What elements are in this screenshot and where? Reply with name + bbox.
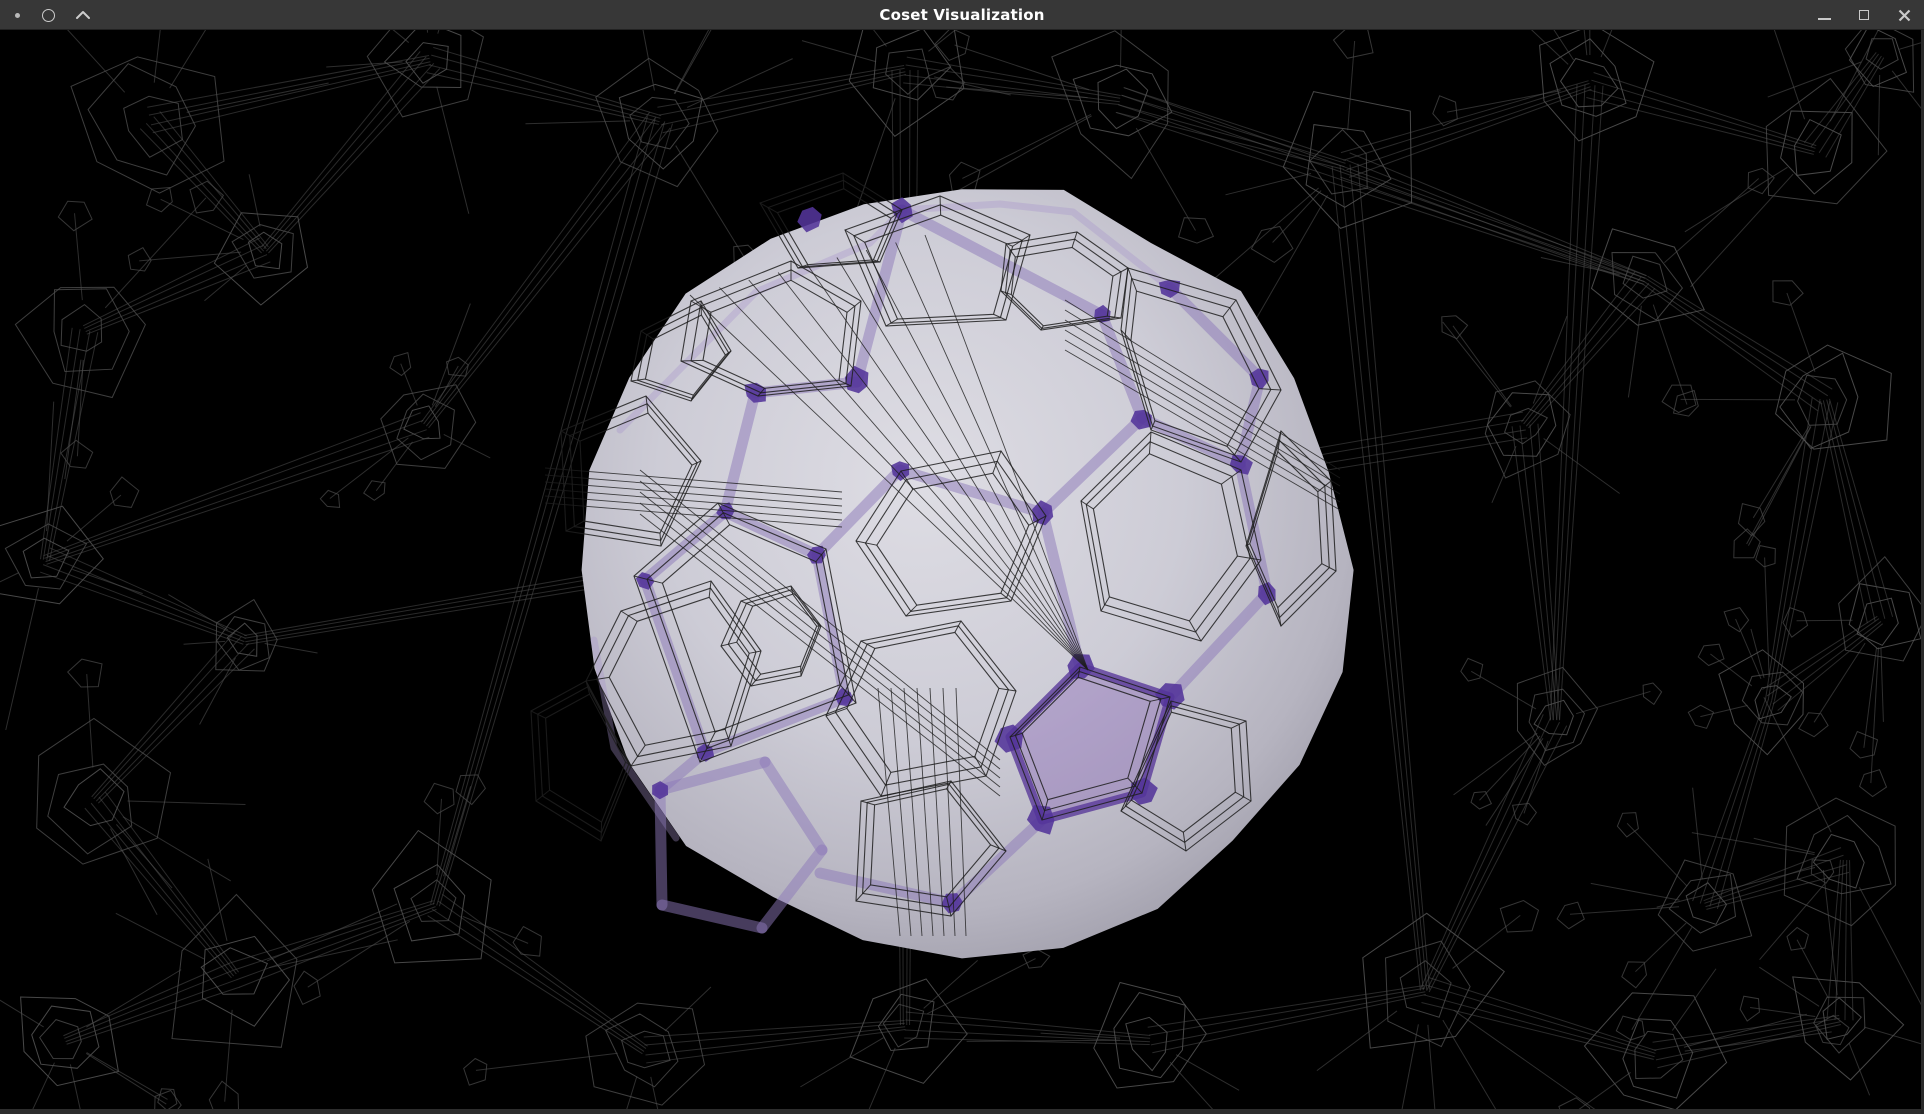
window-title: Coset Visualization — [879, 6, 1044, 24]
titlebar-left-icons — [0, 0, 91, 30]
close-icon — [1898, 9, 1911, 22]
maximize-icon — [1859, 10, 1869, 20]
titlebar[interactable]: Coset Visualization — [0, 0, 1924, 30]
chevron-up-icon[interactable] — [75, 9, 91, 21]
window-bottom-border — [0, 1109, 1924, 1114]
maximize-button[interactable] — [1852, 3, 1876, 27]
minimize-button[interactable] — [1812, 3, 1836, 27]
app-window: Coset Visualization — [0, 0, 1924, 1114]
minimize-icon — [1818, 18, 1831, 20]
close-button[interactable] — [1892, 3, 1916, 27]
coset-visualization-scene[interactable] — [0, 0, 1924, 1114]
window-controls — [1812, 0, 1916, 30]
record-circle-icon[interactable] — [42, 9, 55, 22]
app-dot-icon — [15, 13, 20, 18]
visualization-canvas[interactable] — [0, 0, 1924, 1114]
